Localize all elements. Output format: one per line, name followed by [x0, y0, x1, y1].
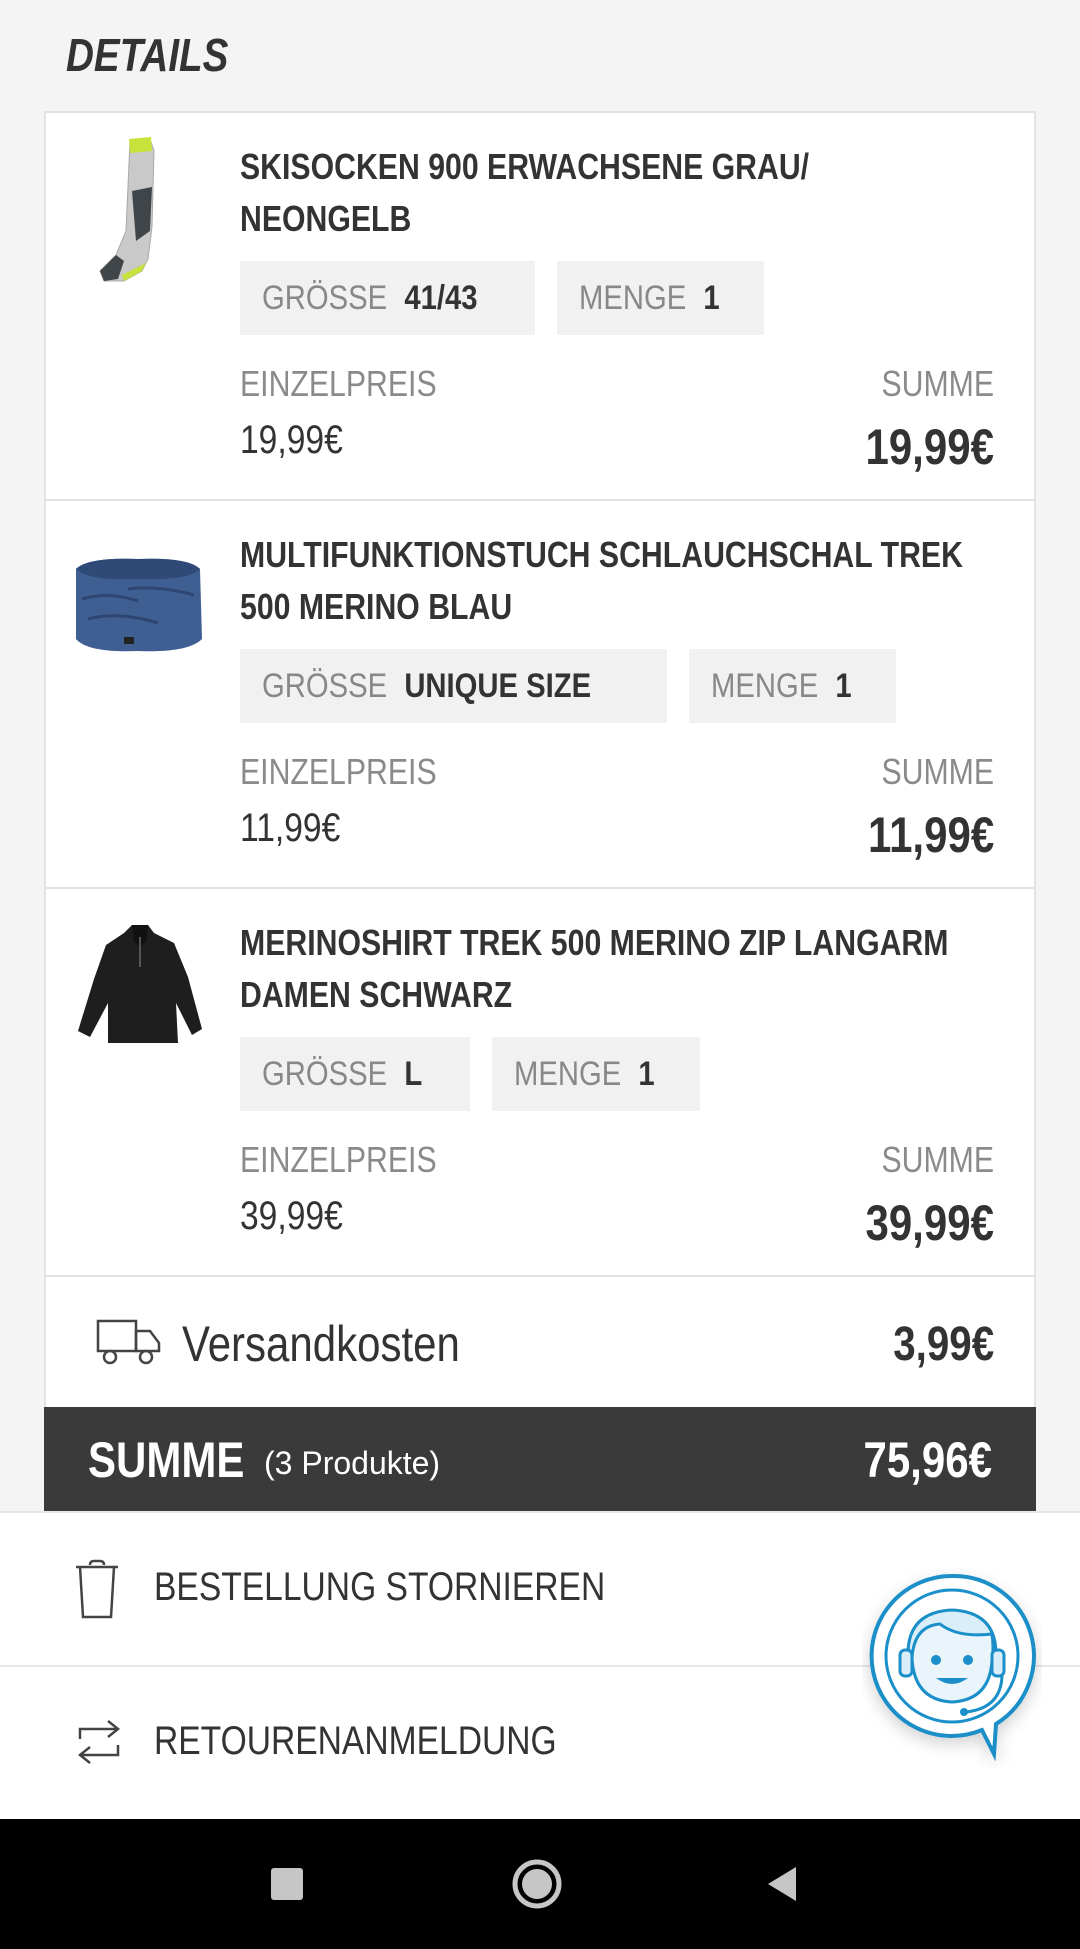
unit-price-value: 11,99€: [240, 806, 341, 850]
unit-price-value: 39,99€: [240, 1194, 343, 1238]
order-total-bar: SUMME (3 Produkte) 75,96€: [44, 1407, 1036, 1511]
item-attributes: GRÖSSE L MENGE 1: [240, 1037, 700, 1111]
item-name[interactable]: MULTIFUNKTIONSTUCH SCHLAUCHSCHAL TREK 50…: [240, 529, 963, 633]
total-label: SUMME: [88, 1432, 245, 1488]
android-navigation-bar: [0, 1819, 1080, 1949]
return-registration-label: RETOURENANMELDUNG: [154, 1719, 557, 1763]
order-item: SKISOCKEN 900 ERWACHSENE GRAU/ NEONGELB …: [46, 113, 1034, 501]
order-item: MERINOSHIRT TREK 500 MERINO ZIP LANGARM …: [46, 889, 1034, 1277]
merino-shirt-image: [78, 925, 202, 1043]
truck-icon: [96, 1319, 161, 1365]
size-label: GRÖSSE: [262, 666, 388, 705]
order-item: MULTIFUNKTIONSTUCH SCHLAUCHSCHAL TREK 50…: [46, 501, 1034, 889]
item-attributes: GRÖSSE 41/43 MENGE 1: [240, 261, 765, 335]
shipping-label: Versandkosten: [182, 1316, 460, 1372]
size-chip: GRÖSSE L: [240, 1037, 471, 1111]
item-name[interactable]: SKISOCKEN 900 ERWACHSENE GRAU/ NEONGELB: [240, 141, 960, 245]
quantity-value: 1: [835, 666, 852, 705]
total-value: 75,96€: [863, 1432, 992, 1488]
size-chip: GRÖSSE 41/43: [240, 261, 535, 335]
return-icon: [77, 1720, 121, 1764]
shipping-value: 3,99€: [893, 1318, 994, 1371]
sum-label: SUMME: [881, 1139, 994, 1180]
unit-price-label: EINZELPREIS: [240, 363, 437, 404]
size-label: GRÖSSE: [262, 1054, 388, 1093]
size-chip: GRÖSSE UNIQUE SIZE: [240, 649, 667, 723]
item-name[interactable]: MERINOSHIRT TREK 500 MERINO ZIP LANGARM …: [240, 917, 960, 1021]
back-icon[interactable]: [748, 1849, 818, 1919]
unit-price-value: 19,99€: [240, 418, 343, 462]
quantity-value: 1: [638, 1054, 655, 1093]
neck-gaiter-image: [76, 558, 202, 652]
quantity-label: MENGE: [578, 278, 686, 317]
unit-price-label: EINZELPREIS: [240, 751, 437, 792]
quantity-chip: MENGE 1: [492, 1037, 700, 1111]
size-label: GRÖSSE: [262, 278, 388, 317]
trash-icon: [76, 1559, 118, 1619]
home-icon[interactable]: [502, 1849, 572, 1919]
sum-value: 39,99€: [865, 1195, 994, 1251]
recent-apps-icon[interactable]: [252, 1849, 322, 1919]
sum-label: SUMME: [881, 363, 994, 404]
size-value: UNIQUE SIZE: [404, 666, 592, 705]
quantity-chip: MENGE 1: [688, 649, 897, 723]
unit-price-label: EINZELPREIS: [240, 1139, 437, 1180]
size-value: 41/43: [404, 278, 478, 317]
quantity-chip: MENGE 1: [556, 261, 765, 335]
size-value: L: [404, 1054, 423, 1093]
quantity-value: 1: [703, 278, 720, 317]
item-attributes: GRÖSSE UNIQUE SIZE MENGE 1: [240, 649, 897, 723]
page-title: DETAILS: [66, 29, 229, 81]
cancel-order-label: BESTELLUNG STORNIEREN: [154, 1565, 606, 1609]
quantity-label: MENGE: [514, 1054, 622, 1093]
shipping-row: Versandkosten 3,99€: [46, 1277, 1034, 1409]
sum-label: SUMME: [881, 751, 994, 792]
support-agent-icon[interactable]: [862, 1568, 1042, 1768]
total-product-count: (3 Produkte): [264, 1445, 441, 1481]
order-items-card: SKISOCKEN 900 ERWACHSENE GRAU/ NEONGELB …: [44, 111, 1036, 1409]
quantity-label: MENGE: [710, 666, 818, 705]
sum-value: 11,99€: [867, 807, 994, 863]
ski-socks-image: [99, 137, 155, 282]
sum-value: 19,99€: [865, 419, 994, 475]
